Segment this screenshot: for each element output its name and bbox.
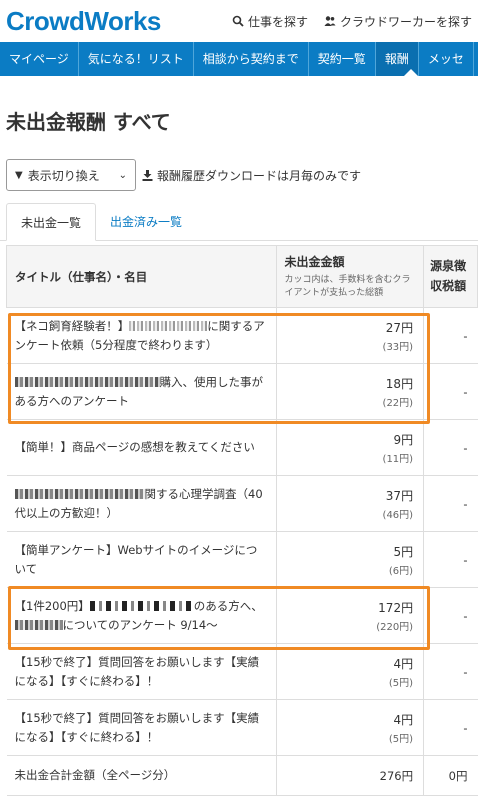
row-amount: 172円 (220円) [275, 587, 424, 644]
active-nav-caret [404, 69, 418, 76]
download-note-text: 報酬履歴ダウンロードは月毎のみです [157, 168, 362, 183]
nav-item-contracts[interactable]: 契約一覧 [309, 42, 376, 76]
controls-row: ▼ 表示切り換え ⌄ 報酬履歴ダウンロードは月毎のみです [0, 159, 478, 191]
redacted-text [129, 321, 208, 332]
reward-tabs: 未出金一覧 出金済み一覧 [0, 203, 478, 241]
row-tax: - [423, 419, 478, 476]
tab-withdrawn[interactable]: 出金済み一覧 [96, 203, 196, 240]
row-title[interactable]: 【15秒で終了】質問回答をお願いします【実績になる】【すぐに終わる】！ [6, 643, 277, 700]
site-header: CrowdWorks 仕事を探す クラウドワーカーを探す [0, 0, 478, 42]
tab-unwithdrawn[interactable]: 未出金一覧 [6, 203, 97, 241]
header-amount-label: 未出金金額 [284, 254, 345, 269]
chevron-down-icon: ⌄ [118, 169, 127, 181]
find-workers-link[interactable]: クラウドワーカーを探す [324, 13, 472, 30]
row-title[interactable]: 【簡単！】商品ページの感想を教えてください [6, 419, 277, 476]
nav-item-favorites[interactable]: 気になる！リスト [79, 42, 194, 76]
row-title[interactable]: 【簡単アンケート】Webサイトのイメージについて [6, 531, 277, 588]
header-title: タイトル（仕事名）・名目 [6, 245, 277, 308]
header-amount-note: カッコ内は、手数料を含むクライアントが支払った総額 [284, 274, 411, 299]
rewards-table: タイトル（仕事名）・名目 未出金金額 カッコ内は、手数料を含むクライアントが支払… [6, 245, 478, 796]
total-tax: 0円 [423, 755, 478, 796]
find-jobs-link[interactable]: 仕事を探す [232, 13, 308, 30]
row-tax: - [423, 643, 478, 700]
nav-item-consult[interactable]: 相談から契約まで [194, 42, 309, 76]
row-title[interactable]: 関する心理学調査（40代以上の方歓迎！） [6, 475, 277, 532]
row-amount: 4円 (5円) [275, 699, 424, 756]
row-tax: - [423, 587, 478, 644]
users-icon [324, 16, 336, 26]
find-jobs-label: 仕事を探す [247, 14, 308, 29]
total-amount: 276円 [275, 755, 424, 796]
redacted-text [14, 377, 160, 388]
redacted-text [14, 489, 145, 500]
row-title[interactable]: 【ネコ飼育経験者！】 に関するアンケート依頼（5分程度で終わります） [6, 307, 277, 364]
table-row: 【ネコ飼育経験者！】 に関するアンケート依頼（5分程度で終わります） 27円 (33… [6, 307, 478, 364]
row-amount: 18円 (22円) [275, 363, 424, 420]
table-row: 関する心理学調査（40代以上の方歓迎！） 37円 (46円) - [6, 475, 478, 532]
table-row: 購入、使用した事がある方へのアンケート 18円 (22円) - [6, 363, 478, 420]
view-switch-select[interactable]: ▼ 表示切り換え ⌄ [6, 159, 136, 191]
redacted-text [89, 601, 194, 612]
row-tax: - [423, 699, 478, 756]
row-tax: - [423, 363, 478, 420]
row-tax: - [423, 475, 478, 532]
row-title[interactable]: 【15秒で終了】質問回答をお願いします【実績になる】【すぐに終わる】！ [6, 699, 277, 756]
view-switch-label: 表示切り換え [27, 168, 100, 183]
row-amount: 5円 (6円) [275, 531, 424, 588]
page-title: 未出金報酬 すべて [6, 110, 171, 134]
total-row: 未出金合計金額（全ページ分） 276円 0円 [6, 755, 478, 796]
table-header-row: タイトル（仕事名）・名目 未出金金額 カッコ内は、手数料を含むクライアントが支払… [6, 245, 478, 308]
table-row: 【15秒で終了】質問回答をお願いします【実績になる】【すぐに終わる】！ 4円 (5… [6, 699, 478, 756]
header-amount: 未出金金額 カッコ内は、手数料を含むクライアントが支払った総額 [275, 245, 425, 308]
table-row: 【簡単！】商品ページの感想を教えてください 9円 (11円) - [6, 419, 478, 476]
header-nav: 仕事を探す クラウドワーカーを探す [232, 13, 472, 30]
row-tax: - [423, 307, 478, 364]
row-amount: 27円 (33円) [275, 307, 424, 364]
row-amount: 9円 (11円) [275, 419, 424, 476]
table-row: 【15秒で終了】質問回答をお願いします【実績になる】【すぐに終わる】！ 4円 (5… [6, 643, 478, 700]
nav-item-mypage[interactable]: マイページ [0, 42, 79, 76]
row-amount: 37円 (46円) [275, 475, 424, 532]
table-row: 【1件200円】 のある方へ、についてのアンケート 9/14〜 172円 (220円… [6, 587, 478, 644]
find-workers-label: クラウドワーカーを探す [339, 14, 472, 29]
table-row: 【簡単アンケート】Webサイトのイメージについて 5円 (6円) - [6, 531, 478, 588]
download-icon [142, 169, 153, 181]
total-label: 未出金合計金額（全ページ分） [6, 755, 277, 796]
search-icon [232, 15, 244, 27]
row-amount: 4円 (5円) [275, 643, 424, 700]
redacted-text [14, 620, 63, 630]
row-title[interactable]: 【1件200円】 のある方へ、についてのアンケート 9/14〜 [6, 587, 277, 644]
row-tax: - [423, 531, 478, 588]
main-navbar: マイページ 気になる！リスト 相談から契約まで 契約一覧 報酬 メッセ [0, 42, 478, 76]
header-tax: 源泉徴収税額 [423, 245, 478, 308]
row-title[interactable]: 購入、使用した事がある方へのアンケート [6, 363, 277, 420]
triangle-down-icon: ▼ [15, 169, 23, 181]
crowdworks-logo[interactable]: CrowdWorks [6, 6, 161, 37]
nav-item-messages[interactable]: メッセ [419, 42, 474, 76]
download-note: 報酬履歴ダウンロードは月毎のみです [142, 167, 361, 184]
